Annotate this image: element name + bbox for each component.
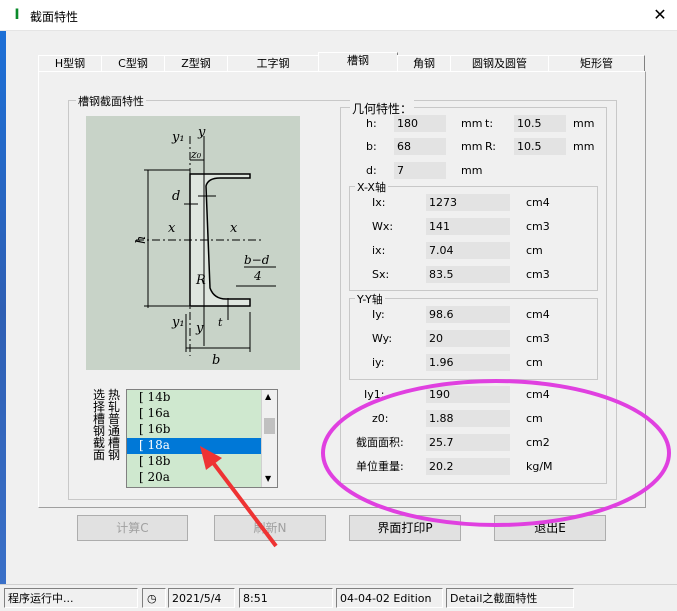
pointer-arrow-shaft [206,454,278,548]
status-time: 8:51 [239,588,333,608]
pointer-arrow-head [200,446,222,470]
status-bar: 程序运行中... ◷ 2021/5/4 8:51 04-04-02 Editio… [0,584,677,611]
clock-icon: ◷ [142,588,166,608]
status-running: 程序运行中... [4,588,138,608]
status-edition: 04-04-02 Edition [336,588,443,608]
status-module: Detail之截面特性 [446,588,574,608]
highlight-ellipse [321,379,671,527]
annotation-layer [200,379,671,548]
status-date: 2021/5/4 [168,588,235,608]
